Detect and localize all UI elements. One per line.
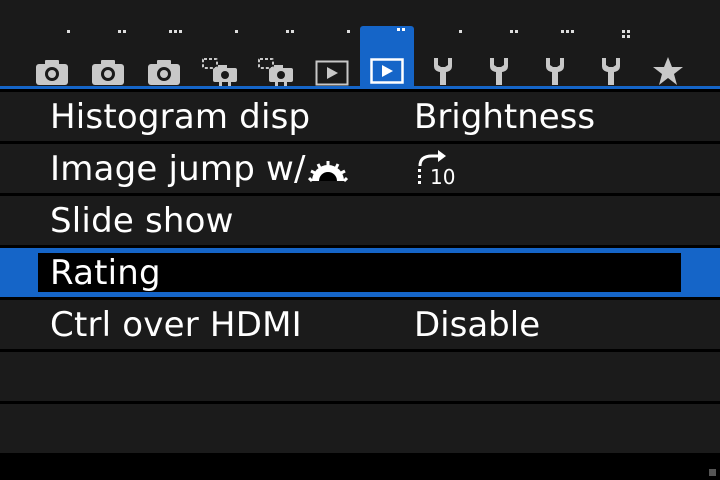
tab-page-dots xyxy=(561,30,574,33)
menu-item-rating[interactable]: Rating xyxy=(0,248,720,297)
menu-item-image-jump[interactable]: Image jump w/ 10 xyxy=(0,144,720,193)
tab-playback-2[interactable] xyxy=(360,26,414,88)
wrench-icon xyxy=(434,58,452,85)
tab-page-dots xyxy=(347,30,350,33)
menu-item-histogram-disp[interactable]: Histogram disp Brightness xyxy=(0,92,720,141)
tab-setup-3[interactable] xyxy=(529,28,583,86)
menu-item-value: Brightness xyxy=(414,97,596,137)
menu-item-slide-show[interactable]: Slide show xyxy=(0,196,720,245)
tab-playback-1[interactable] xyxy=(305,28,359,86)
main-dial-icon xyxy=(307,160,348,182)
menu-item-value: Disable xyxy=(414,305,541,345)
tab-page-dots xyxy=(67,30,70,33)
tab-page-dots xyxy=(459,30,462,33)
camera-live-view-icon xyxy=(258,58,293,86)
tab-setup-2[interactable] xyxy=(473,28,527,86)
camera-icon xyxy=(36,60,68,85)
playback-icon xyxy=(370,58,404,84)
menu-item-label: Slide show xyxy=(50,201,234,241)
tab-page-dots xyxy=(286,30,294,33)
tab-live-view-2[interactable] xyxy=(249,28,303,86)
tab-page-dots xyxy=(235,30,238,33)
tab-page-dots xyxy=(169,30,182,33)
tab-page-dots xyxy=(397,28,405,31)
menu-item-ctrl-over-hdmi[interactable]: Ctrl over HDMI Disable xyxy=(0,300,720,349)
wrench-icon xyxy=(546,58,564,85)
menu-item-label: Histogram disp xyxy=(50,97,311,137)
camera-live-view-icon xyxy=(202,58,237,86)
tab-live-view-1[interactable] xyxy=(193,28,247,86)
camera-icon xyxy=(92,60,124,85)
tab-my-menu[interactable] xyxy=(641,28,695,86)
tab-shooting-1[interactable] xyxy=(25,28,79,86)
menu-item-label: Image jump w/ xyxy=(50,144,348,193)
tab-page-dots xyxy=(118,30,126,33)
jump-10-label: 10 xyxy=(430,164,456,189)
camera-icon xyxy=(148,60,180,85)
menu-item-label: Rating xyxy=(50,253,161,293)
tab-page-dots xyxy=(622,30,630,38)
wrench-icon xyxy=(602,58,620,85)
tab-shooting-3[interactable] xyxy=(137,28,191,86)
tab-underline xyxy=(0,86,720,89)
menu-list: Histogram disp Brightness Image jump w/ … xyxy=(0,92,720,456)
playback-icon xyxy=(315,60,349,86)
wrench-icon xyxy=(490,58,508,85)
tab-setup-4[interactable] xyxy=(585,28,639,86)
menu-item-value: 10 xyxy=(414,144,455,193)
tab-bar xyxy=(0,0,720,88)
scroll-indicator xyxy=(709,469,716,476)
menu-item-label: Ctrl over HDMI xyxy=(50,305,302,345)
tab-page-dots xyxy=(510,30,518,33)
star-icon xyxy=(653,57,683,85)
tab-setup-1[interactable] xyxy=(417,28,471,86)
menu-empty-row xyxy=(0,352,720,401)
tab-shooting-2[interactable] xyxy=(81,28,135,86)
menu-empty-row xyxy=(0,404,720,453)
